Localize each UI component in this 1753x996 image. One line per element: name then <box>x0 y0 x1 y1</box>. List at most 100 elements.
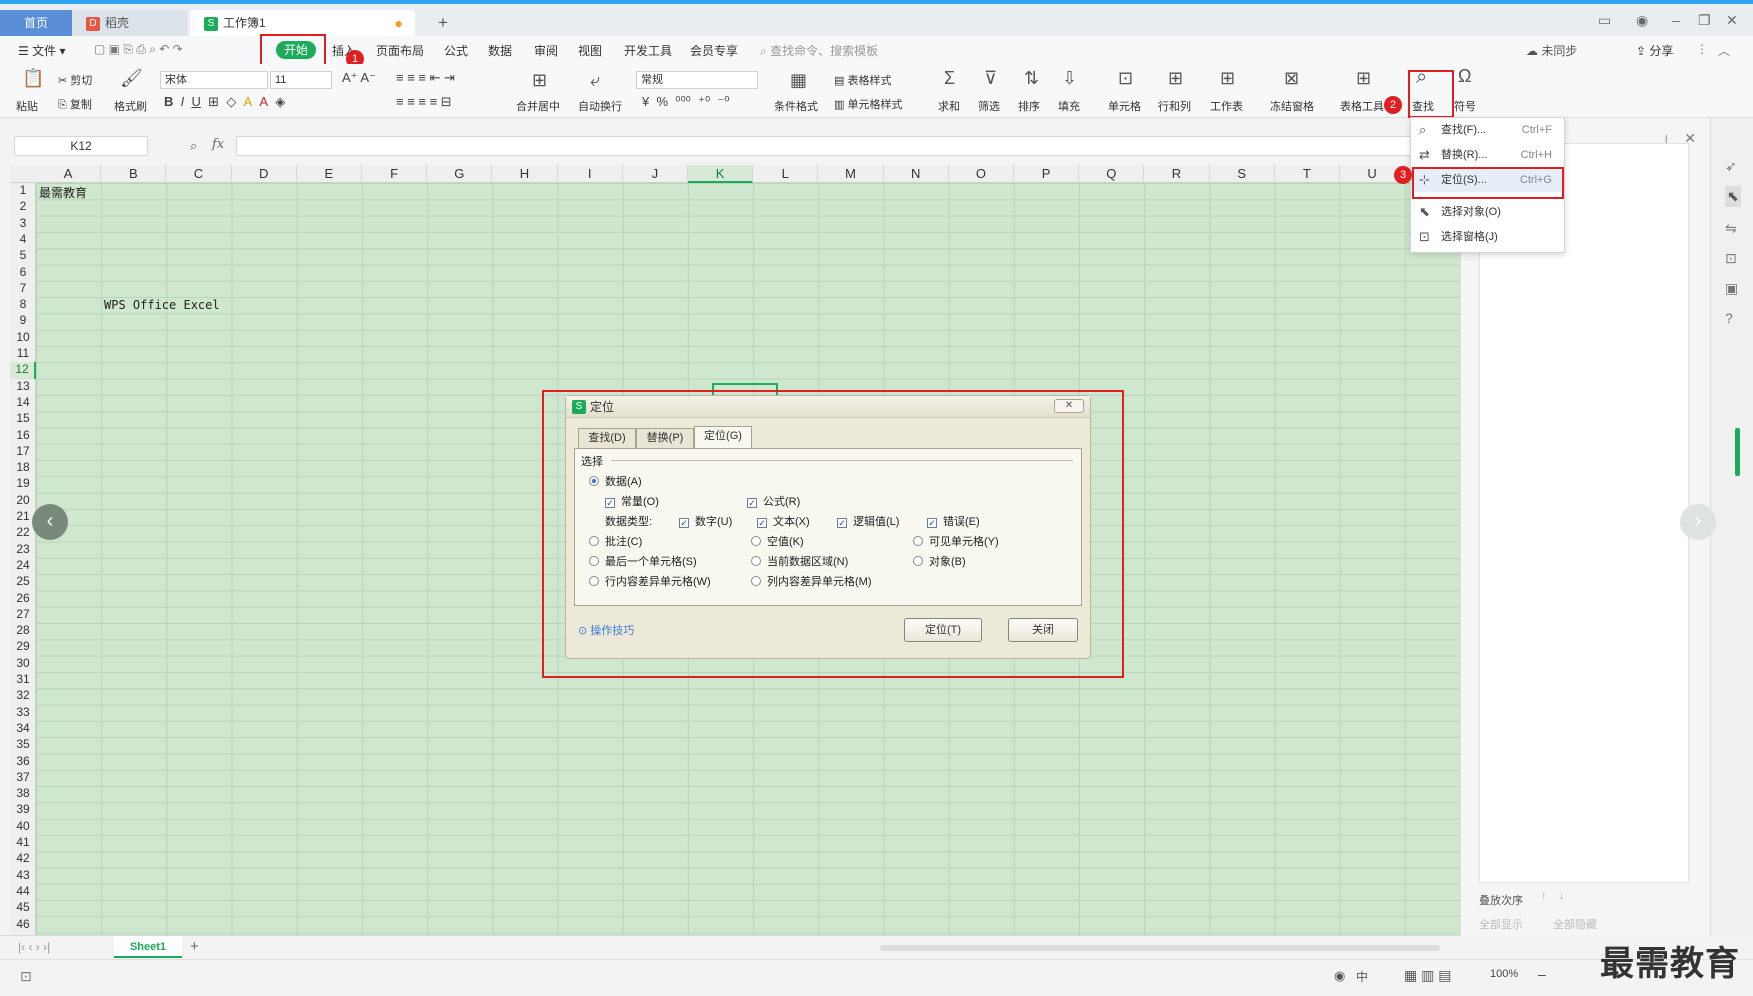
column-header-t[interactable]: T <box>1275 165 1340 183</box>
new-tab-button[interactable]: + <box>424 10 448 36</box>
selection-pane-list[interactable] <box>1479 143 1689 883</box>
menu-member[interactable]: 会员专享 <box>690 42 738 59</box>
tab-replace[interactable]: 替换(P) <box>636 428 694 448</box>
column-header-r[interactable]: R <box>1144 165 1210 183</box>
zoom-lens-icon[interactable]: ⌕ <box>190 138 197 154</box>
column-header-i[interactable]: I <box>558 165 623 183</box>
menu-item-find[interactable]: ⌕ 查找(F)... Ctrl+F <box>1411 118 1564 142</box>
avatar[interactable]: ◉ <box>1636 12 1648 29</box>
row-col-button[interactable]: 行和列 <box>1158 98 1191 114</box>
tips-link[interactable]: ⊙ 操作技巧 <box>578 622 634 638</box>
menu-item-select-object[interactable]: ⬉ 选择对象(O) <box>1411 200 1564 224</box>
row-header-23[interactable]: 23 <box>10 542 36 558</box>
radio-comment[interactable]: 批注(C) <box>589 533 642 549</box>
sheet-nav-icons[interactable]: |‹ ‹ › ›| <box>18 940 50 954</box>
conditional-format-icon[interactable]: ▦ <box>790 70 807 91</box>
row-header-24[interactable]: 24 <box>10 558 36 574</box>
column-header-s[interactable]: S <box>1210 165 1275 183</box>
paste-icon[interactable]: 📋 <box>22 68 44 89</box>
row-header-44[interactable]: 44 <box>10 884 36 900</box>
window-layout-icon[interactable]: ▭ <box>1598 12 1611 29</box>
row-header-36[interactable]: 36 <box>10 754 36 770</box>
column-header-c[interactable]: C <box>166 165 232 183</box>
column-header-j[interactable]: J <box>623 165 688 183</box>
row-header-30[interactable]: 30 <box>10 656 36 672</box>
horizontal-scrollbar[interactable] <box>880 945 1440 951</box>
row-header-6[interactable]: 6 <box>10 265 36 281</box>
auto-wrap-icon[interactable]: ⤶ <box>590 70 600 91</box>
fx-label[interactable]: fx <box>212 137 224 152</box>
table-tools-button[interactable]: 表格工具 <box>1340 98 1384 114</box>
row-header-26[interactable]: 26 <box>10 591 36 607</box>
row-header-33[interactable]: 33 <box>10 705 36 721</box>
row-header-10[interactable]: 10 <box>10 330 36 346</box>
check-logical[interactable]: ✓ 逻辑值(L) <box>837 513 899 529</box>
merge-center-icon[interactable]: ⊞ <box>532 70 547 91</box>
column-header-d[interactable]: D <box>232 165 297 183</box>
align-top-icons[interactable]: ≡ ≡ ≡ ⇤ ⇥ <box>396 70 455 86</box>
dialog-close-button[interactable]: 关闭 <box>1008 618 1078 642</box>
adjust-icon[interactable]: ⇋ <box>1725 220 1737 237</box>
row-header-32[interactable]: 32 <box>10 688 36 704</box>
font-style-icons[interactable]: B I U ⊞ ◇ A A ◈ <box>164 94 285 110</box>
format-painter-button[interactable]: 格式刷 <box>114 98 147 114</box>
row-header-17[interactable]: 17 <box>10 444 36 460</box>
radio-object[interactable]: 对象(B) <box>913 553 966 569</box>
pane-scroll-thumb[interactable] <box>1735 428 1740 476</box>
worksheet-icon[interactable]: ⊞ <box>1220 68 1235 89</box>
font-grow-icon[interactable]: A⁺ A⁻ <box>342 70 376 86</box>
row-header-14[interactable]: 14 <box>10 395 36 411</box>
hide-all-button[interactable]: 全部隐藏 <box>1553 916 1597 932</box>
tab-find[interactable]: 查找(D) <box>578 428 636 448</box>
format-painter-icon[interactable]: 🖌 <box>120 68 143 89</box>
column-header-o[interactable]: O <box>949 165 1014 183</box>
font-name-select[interactable]: 宋体 <box>160 71 268 89</box>
close-window-icon[interactable]: ✕ <box>1726 12 1738 29</box>
show-all-button[interactable]: 全部显示 <box>1479 916 1523 932</box>
menu-dev-tools[interactable]: 开发工具 <box>624 42 672 59</box>
dialog-close-icon[interactable]: ✕ <box>1054 399 1084 413</box>
cell-a1[interactable]: 最需教育 <box>39 184 87 201</box>
cell-style-button[interactable]: ▥ 单元格样式 <box>834 96 902 112</box>
row-header-7[interactable]: 7 <box>10 281 36 297</box>
radio-data[interactable]: 数据(A) <box>589 473 642 489</box>
sheet-tab[interactable]: Sheet1 <box>114 936 182 958</box>
row-header-19[interactable]: 19 <box>10 476 36 492</box>
eye-protect-icon[interactable]: ◉ <box>1334 968 1345 984</box>
share-button[interactable]: ⇪ 分享 <box>1636 42 1673 59</box>
formula-input[interactable] <box>236 136 1456 156</box>
radio-current-region[interactable]: 当前数据区域(N) <box>751 553 848 569</box>
filter-button[interactable]: 筛选 <box>978 98 1000 114</box>
cell-button[interactable]: 单元格 <box>1108 98 1141 114</box>
select-cursor-icon[interactable]: ⬉ <box>1725 186 1741 207</box>
sum-icon[interactable]: Σ <box>944 68 955 89</box>
column-header-g[interactable]: G <box>427 165 493 183</box>
fill-button[interactable]: 填充 <box>1058 98 1080 114</box>
freeze-icon[interactable]: ⊠ <box>1284 68 1299 89</box>
cell-icon[interactable]: ⊡ <box>1118 68 1133 89</box>
check-formula[interactable]: ✓ 公式(R) <box>747 493 800 509</box>
row-header-8[interactable]: 8 <box>10 297 36 313</box>
row-header-37[interactable]: 37 <box>10 770 36 786</box>
row-header-31[interactable]: 31 <box>10 672 36 688</box>
row-header-2[interactable]: 2 <box>10 199 36 215</box>
row-header-25[interactable]: 25 <box>10 574 36 590</box>
row-header-27[interactable]: 27 <box>10 607 36 623</box>
more-icon[interactable]: ⋮ <box>1696 42 1708 56</box>
rocket-icon[interactable]: ➶ <box>1725 158 1737 175</box>
row-header-34[interactable]: 34 <box>10 721 36 737</box>
radio-col-diff[interactable]: 列内容差异单元格(M) <box>751 573 872 589</box>
radio-visible[interactable]: 可见单元格(Y) <box>913 533 999 549</box>
menu-data[interactable]: 数据 <box>488 42 512 59</box>
number-format-select[interactable]: 常规 <box>636 71 758 89</box>
radio-blank[interactable]: 空值(K) <box>751 533 804 549</box>
column-header-e[interactable]: E <box>297 165 362 183</box>
archive-icon[interactable]: ▣ <box>1725 280 1738 297</box>
zoom-level[interactable]: 100% <box>1490 968 1518 980</box>
column-header-p[interactable]: P <box>1014 165 1080 183</box>
symbol-icon[interactable]: Ω <box>1458 66 1471 87</box>
sum-button[interactable]: 求和 <box>938 98 960 114</box>
row-header-28[interactable]: 28 <box>10 623 36 639</box>
row-header-46[interactable]: 46 <box>10 917 36 933</box>
goto-ok-button[interactable]: 定位(T) <box>904 618 982 642</box>
